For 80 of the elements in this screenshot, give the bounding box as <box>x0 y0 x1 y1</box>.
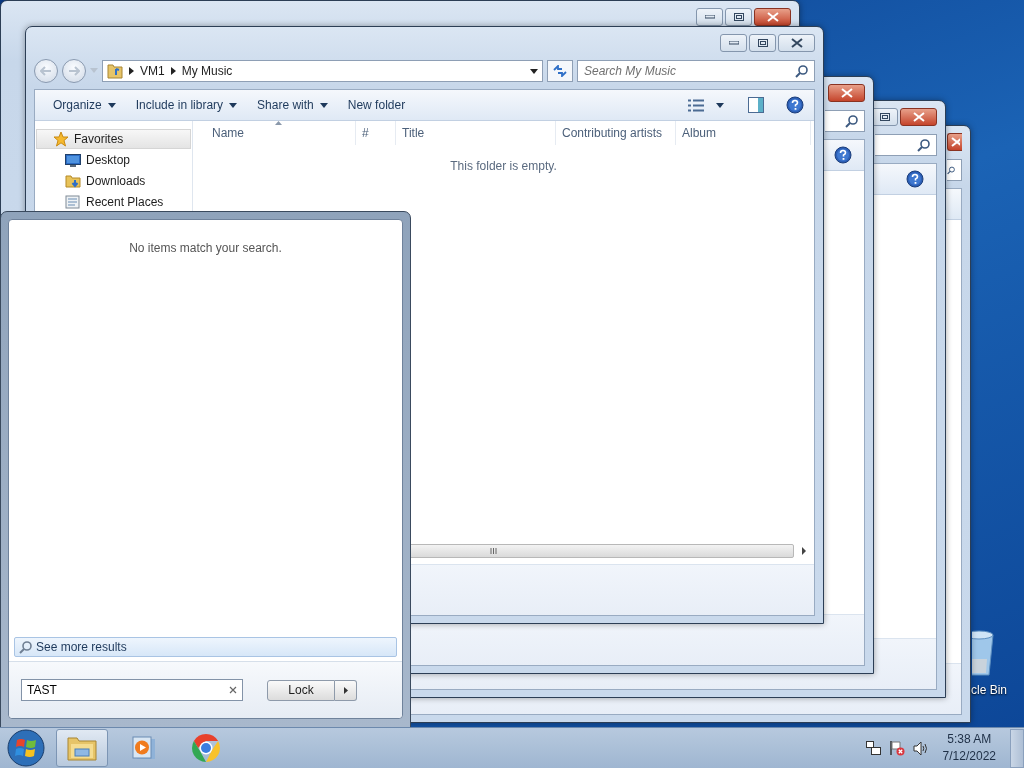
refresh-icon <box>553 65 567 77</box>
clock[interactable]: 5:38 AM 7/12/2022 <box>936 731 1002 765</box>
refresh-button[interactable] <box>547 60 573 82</box>
toolbar-button[interactable]: Organize <box>45 95 124 115</box>
close-icon <box>840 88 853 98</box>
close-button[interactable] <box>947 133 962 151</box>
search-field[interactable] <box>947 159 962 181</box>
preview-pane-icon <box>748 97 764 113</box>
toolbar-button[interactable]: Share with <box>249 95 336 115</box>
action-center-flag-icon[interactable] <box>888 740 905 756</box>
speaker-icon[interactable] <box>912 740 929 756</box>
close-icon <box>766 12 779 22</box>
minimize-icon <box>704 15 715 19</box>
arrow-right-icon <box>343 686 348 694</box>
search-icon <box>917 138 930 152</box>
maximize-button[interactable] <box>725 8 752 26</box>
downloads-folder-icon <box>65 173 81 189</box>
breadcrumb-item[interactable]: My Music <box>181 64 233 78</box>
minimize-button[interactable] <box>696 8 723 26</box>
chevron-icon[interactable] <box>129 67 134 75</box>
recent-places-icon <box>65 194 81 210</box>
maximize-icon <box>879 113 890 121</box>
nav-item[interactable]: Recent Places <box>36 192 191 212</box>
chevron-icon[interactable] <box>170 67 176 75</box>
breadcrumb-item[interactable]: VM1 <box>140 64 165 78</box>
start-button[interactable] <box>6 728 46 768</box>
arrow-right-icon <box>68 66 80 76</box>
toolbar-button[interactable]: Include in library <box>127 95 246 115</box>
recycle-bin-icon[interactable] <box>972 629 997 677</box>
search-icon <box>795 65 808 78</box>
recycle-bin-label: cle Bin <box>971 683 1008 697</box>
search-field[interactable] <box>875 134 937 156</box>
caret-icon <box>319 102 328 108</box>
search-icon <box>845 114 858 128</box>
close-button[interactable] <box>754 8 791 26</box>
search-field[interactable]: TAST <box>21 679 243 701</box>
arrow-left-icon <box>40 66 52 76</box>
minimize-icon <box>728 41 739 45</box>
search-field[interactable]: Search My Music <box>577 60 815 82</box>
close-button[interactable] <box>828 84 865 102</box>
close-icon <box>790 38 803 48</box>
no-results-message: No items match your search. <box>129 241 282 255</box>
address-bar[interactable]: VM1 My Music <box>102 60 543 82</box>
see-more-results-link[interactable]: See more results <box>14 637 397 657</box>
star-icon <box>53 131 69 147</box>
help-icon[interactable] <box>906 170 924 188</box>
caret-icon <box>716 102 724 108</box>
lock-button[interactable]: Lock <box>267 679 335 701</box>
nav-item[interactable]: Downloads <box>36 171 191 191</box>
nav-item[interactable]: Desktop <box>36 150 191 170</box>
dropdown-caret-icon[interactable] <box>530 68 538 74</box>
maximize-icon <box>733 13 744 21</box>
network-icon[interactable] <box>865 740 881 756</box>
music-folder-icon <box>107 63 123 79</box>
grip-icon <box>490 548 497 554</box>
details-view-icon <box>688 98 704 112</box>
browser-icon <box>190 732 222 764</box>
help-icon[interactable] <box>834 146 852 164</box>
power-options-button[interactable] <box>335 679 357 701</box>
search-icon <box>19 640 32 654</box>
maximize-icon <box>757 39 768 47</box>
windows-logo-icon <box>7 729 45 767</box>
close-button[interactable] <box>778 34 815 52</box>
nav-item[interactable]: Favorites <box>36 129 191 149</box>
media-player-icon <box>130 734 158 762</box>
sort-arrow-icon <box>274 121 282 125</box>
toolbar-button[interactable]: New folder <box>339 95 414 115</box>
clear-button[interactable] <box>229 686 237 694</box>
caret-icon <box>107 102 116 108</box>
empty-folder-message: This folder is empty. <box>449 159 558 173</box>
desktop-icon <box>65 153 81 167</box>
folder-icon <box>66 734 98 762</box>
search-field[interactable] <box>825 110 865 132</box>
close-button[interactable] <box>900 108 937 126</box>
close-icon <box>912 112 925 122</box>
maximize-button[interactable] <box>749 34 776 52</box>
close-icon <box>951 137 960 147</box>
caret-icon <box>229 102 238 108</box>
close-icon <box>229 686 237 694</box>
help-icon[interactable] <box>786 96 804 114</box>
